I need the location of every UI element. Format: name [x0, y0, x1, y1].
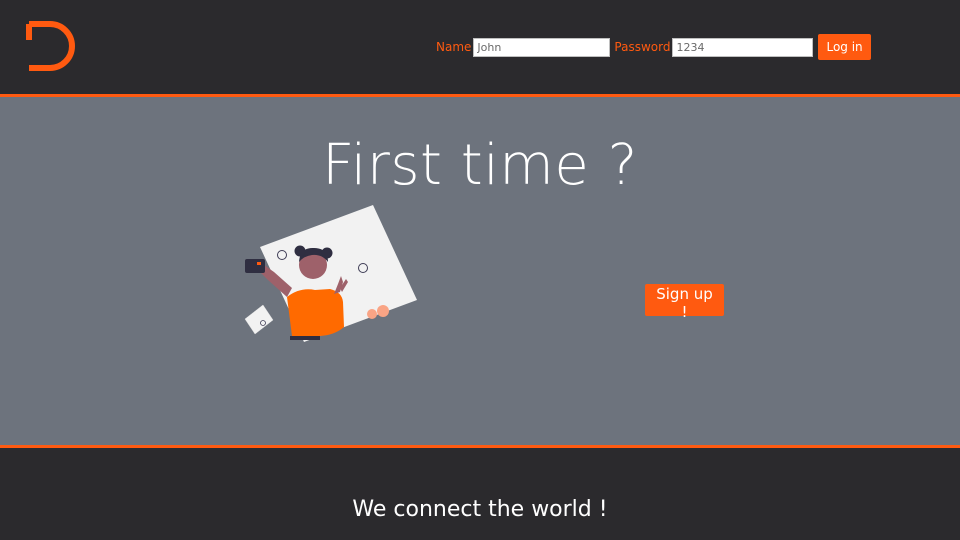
page-title: First time ?	[322, 133, 638, 198]
login-form: Name Password Log in	[436, 34, 871, 60]
name-field[interactable]	[473, 37, 611, 57]
site-footer: We connect the world !	[0, 448, 960, 540]
name-label: Name	[436, 40, 472, 54]
selfie-person-illustration	[244, 205, 417, 342]
signup-button[interactable]: Sign up !	[645, 284, 724, 321]
signup-section: First time ? Sign up !	[0, 97, 960, 445]
site-header: Name Password Log in	[0, 0, 960, 94]
password-label: Password	[614, 40, 671, 54]
tagline: We connect the world !	[352, 497, 608, 522]
d-logo-icon[interactable]	[26, 18, 80, 74]
password-field[interactable]	[672, 37, 814, 57]
login-button[interactable]: Log in	[818, 34, 871, 60]
